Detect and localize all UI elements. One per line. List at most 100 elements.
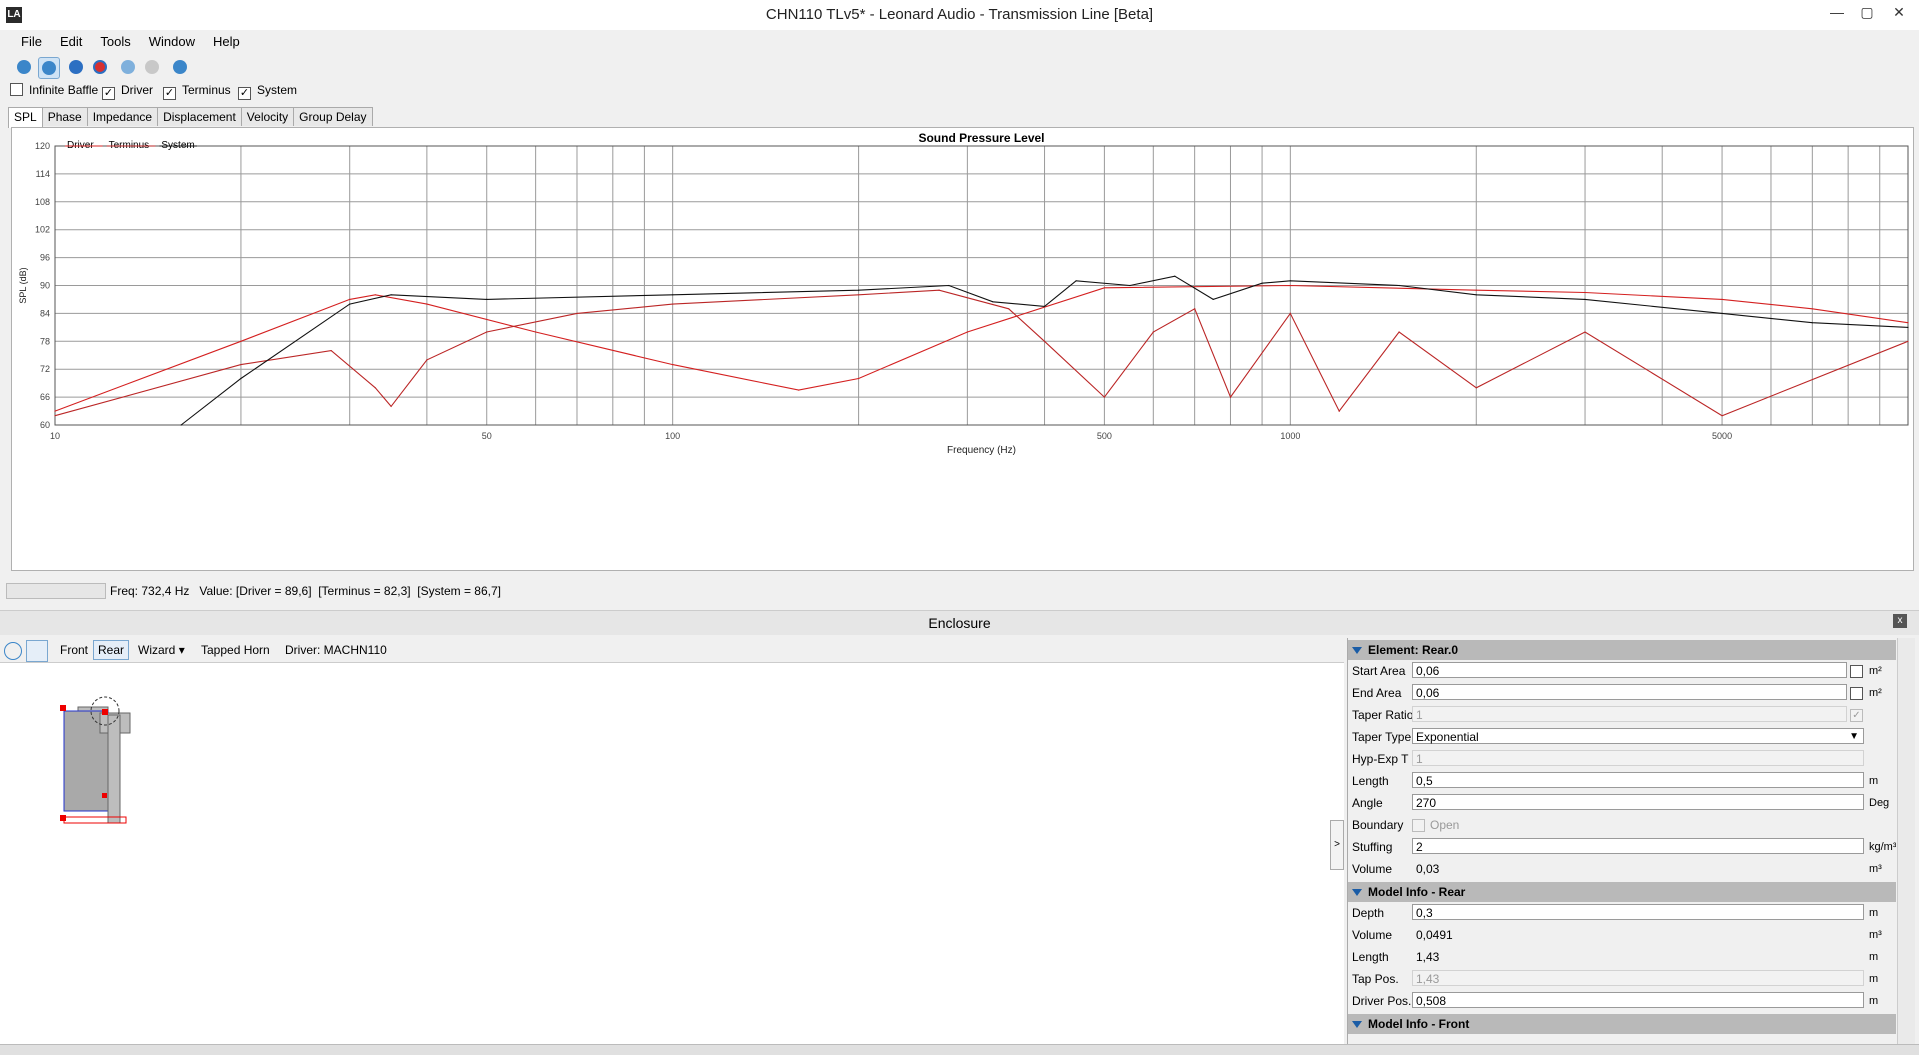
record-blue-icon[interactable] — [66, 57, 86, 77]
tap-pos-row: Tap Pos. 1,43 m — [1352, 970, 1879, 986]
status-value: Value: [Driver = 89,6] [Terminus = 82,3]… — [199, 584, 501, 598]
zoom-fit-icon[interactable] — [14, 57, 34, 77]
taper-ratio-checkbox: ✓ — [1850, 709, 1863, 722]
menu-window[interactable]: Window — [140, 30, 204, 54]
wizard-dropdown[interactable]: Wizard ▾ — [134, 640, 189, 660]
handle-node[interactable] — [60, 815, 66, 821]
data-point — [1584, 298, 1586, 300]
tab-impedance[interactable]: Impedance — [86, 107, 159, 126]
terminus-shape[interactable] — [107, 714, 121, 824]
data-point — [486, 298, 488, 300]
system-checkbox[interactable]: ✓ System — [238, 82, 297, 100]
element-section-header[interactable]: Element: Rear.0 — [1348, 640, 1896, 660]
model-front-section-header[interactable]: Model Info - Front — [1348, 1014, 1896, 1034]
terminus-checkbox[interactable]: ✓ Terminus — [163, 82, 231, 100]
step-forward-icon[interactable] — [142, 57, 162, 77]
boundary-open-checkbox — [1412, 819, 1425, 832]
play-icon[interactable] — [170, 57, 190, 77]
record-red-icon[interactable] — [90, 57, 110, 77]
data-point — [486, 331, 488, 333]
tab-velocity[interactable]: Velocity — [240, 107, 295, 126]
panel-expander-button[interactable]: > — [1330, 820, 1344, 870]
y-tick-label: 78 — [40, 336, 50, 346]
handle-node[interactable] — [102, 709, 108, 715]
data-point — [240, 377, 242, 380]
chevron-down-icon: ▼ — [1849, 731, 1859, 742]
depth-input[interactable]: 0,3 — [1412, 904, 1864, 920]
data-point — [535, 331, 537, 333]
data-point — [426, 303, 428, 305]
data-point — [1289, 284, 1291, 287]
enclosure-canvas[interactable] — [0, 662, 1344, 1045]
data-point — [858, 377, 860, 380]
handle-node[interactable] — [102, 793, 107, 798]
data-point — [390, 294, 392, 296]
play-icon[interactable] — [4, 642, 22, 660]
angle-input[interactable]: 270 — [1412, 794, 1864, 810]
tab-group-delay[interactable]: Group Delay — [293, 107, 373, 126]
menu-help[interactable]: Help — [204, 30, 249, 54]
progress-box — [6, 583, 106, 599]
close-window-button[interactable]: ✕ — [1884, 0, 1914, 26]
volume-value: 0,03 — [1416, 862, 1440, 876]
rear-button[interactable]: Rear — [93, 640, 130, 660]
bottom-scrollbar[interactable] — [0, 1044, 1919, 1055]
spl-chart[interactable]: 60 66 72 78 84 90 96 102 108 114 120 10 50 100 500 1000… — [12, 128, 1913, 570]
tapped-horn-button[interactable]: Tapped Horn — [197, 640, 274, 660]
data-point — [672, 364, 674, 366]
enclosure-diagram[interactable] — [60, 693, 260, 893]
taper-type-select[interactable]: Exponential ▼ — [1412, 728, 1864, 744]
data-point — [1907, 326, 1909, 328]
data-point — [672, 294, 674, 296]
driver-pos-input[interactable]: 0,508 — [1412, 992, 1864, 1008]
y-axis-label: SPL (dB) — [18, 267, 28, 303]
enclosure-header: Enclosure — [0, 610, 1919, 635]
data-point — [1261, 282, 1263, 284]
minimize-button[interactable]: — — [1822, 0, 1852, 26]
start-area-input[interactable]: 0,06 — [1412, 662, 1847, 678]
front-button[interactable]: Front — [56, 640, 92, 660]
length-input[interactable]: 0,5 — [1412, 772, 1864, 788]
y-tick-label: 120 — [35, 141, 50, 151]
end-area-input[interactable]: 0,06 — [1412, 684, 1847, 700]
spl-chart-panel[interactable]: 60 66 72 78 84 90 96 102 108 114 120 10 50 100 500 1000… — [11, 127, 1914, 571]
collapse-triangle-icon[interactable] — [1352, 1021, 1362, 1028]
tab-phase[interactable]: Phase — [41, 107, 88, 126]
x-tick-label: 100 — [665, 431, 680, 441]
driver-checkbox[interactable]: ✓ Driver — [102, 82, 153, 100]
tab-spl[interactable]: SPL — [8, 107, 43, 128]
data-point — [1721, 312, 1723, 314]
x-tick-label: 1000 — [1280, 431, 1300, 441]
data-point — [798, 389, 800, 391]
tab-displacement[interactable]: Displacement — [157, 107, 242, 126]
data-point — [1338, 410, 1340, 412]
data-point — [426, 359, 428, 361]
start-area-lock-checkbox[interactable] — [1850, 665, 1863, 678]
x-tick-label: 5000 — [1712, 431, 1732, 441]
maximize-button[interactable]: ▢ — [1852, 0, 1882, 26]
collapse-triangle-icon[interactable] — [1352, 647, 1362, 654]
stuffing-input[interactable]: 2 — [1412, 838, 1864, 854]
taper-ratio-input: 1 — [1412, 706, 1847, 722]
data-point — [1008, 308, 1010, 310]
infinite-baffle-checkbox[interactable]: Infinite Baffle — [10, 82, 98, 98]
wrench-icon[interactable] — [26, 640, 48, 662]
menu-tools[interactable]: Tools — [91, 30, 139, 54]
menu-edit[interactable]: Edit — [51, 30, 91, 54]
chevron-down-icon: ▾ — [178, 643, 185, 657]
enclosure-close-icon[interactable]: x — [1893, 614, 1907, 628]
step-back-icon[interactable] — [118, 57, 138, 77]
properties-scrollbar[interactable] — [1897, 638, 1915, 1044]
menu-file[interactable]: File — [12, 30, 51, 54]
length-row: Length 0,5 m — [1352, 772, 1879, 788]
handle-node[interactable] — [60, 705, 66, 711]
end-area-lock-checkbox[interactable] — [1850, 687, 1863, 700]
angle-row: Angle 270 Deg — [1352, 794, 1890, 810]
checkbox-box[interactable] — [10, 83, 23, 96]
properties-panel: Element: Rear.0 Start Area 0,06 m² End A… — [1347, 638, 1896, 1044]
status-bar: Freq: 732,4 Hz Value: [Driver = 89,6] [T… — [6, 583, 1912, 599]
data-point — [349, 298, 351, 300]
collapse-triangle-icon[interactable] — [1352, 889, 1362, 896]
zoom-reset-icon[interactable] — [38, 57, 60, 79]
model-rear-section-header[interactable]: Model Info - Rear — [1348, 882, 1896, 902]
